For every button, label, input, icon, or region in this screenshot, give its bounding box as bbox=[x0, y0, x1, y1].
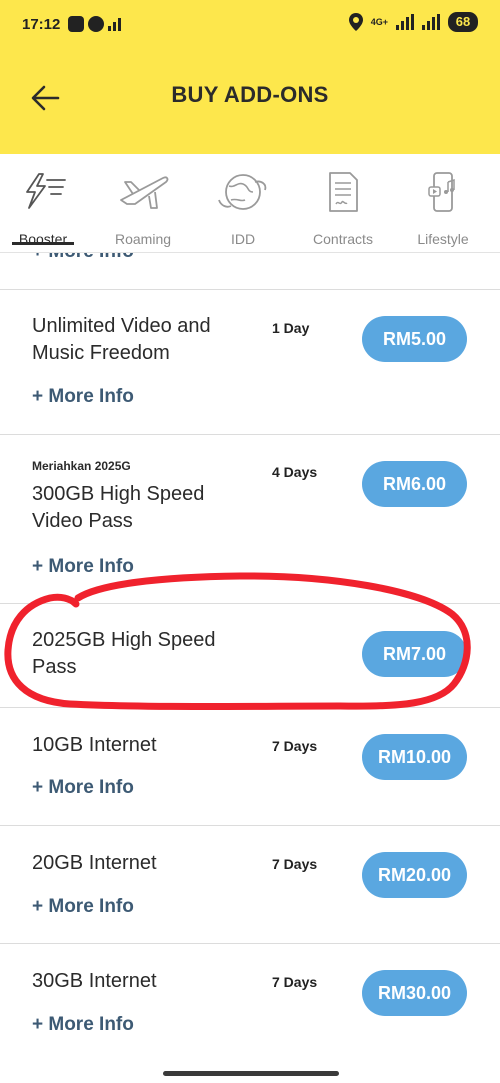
addon-duration: 7 Days bbox=[272, 856, 318, 872]
more-info-link[interactable]: + More Info bbox=[32, 253, 134, 263]
addon-title: 300GB High Speed Video Pass bbox=[32, 483, 205, 532]
more-info-link[interactable]: + More Info bbox=[32, 556, 134, 578]
active-tab-indicator bbox=[12, 242, 74, 245]
list-item: Meriahkan 2025G 300GB High Speed Video P… bbox=[0, 434, 500, 604]
page-title: BUY ADD-ONS bbox=[171, 82, 329, 107]
tab-label: Contracts bbox=[313, 231, 373, 247]
tab-idd[interactable]: IDD bbox=[193, 164, 293, 250]
tab-label: Roaming bbox=[114, 231, 172, 247]
addon-title: 20GB Internet bbox=[32, 852, 157, 874]
activity-icon bbox=[108, 17, 122, 31]
more-info-link[interactable]: + More Info bbox=[32, 777, 134, 799]
tab-booster[interactable]: Booster bbox=[0, 164, 93, 250]
tab-lifestyle[interactable]: Lifestyle bbox=[393, 164, 493, 250]
addon-title: Unlimited Video and Music Freedom bbox=[32, 315, 211, 364]
addon-title: 2025GB High Speed Pass bbox=[32, 629, 216, 678]
battery-indicator: 68 bbox=[448, 12, 478, 32]
price-button[interactable]: RM7.00 bbox=[362, 631, 467, 677]
more-info-link[interactable]: + More Info bbox=[32, 386, 134, 408]
tab-contracts[interactable]: Contracts bbox=[293, 164, 393, 250]
signal-icon-secondary bbox=[422, 14, 440, 30]
document-icon bbox=[329, 172, 358, 212]
price-button[interactable]: RM10.00 bbox=[362, 734, 467, 780]
phone-media-icon bbox=[428, 172, 455, 212]
addon-duration: 7 Days bbox=[272, 738, 318, 754]
list-item: 10GB Internet 7 Days RM10.00 + More Info bbox=[0, 707, 500, 826]
lightning-filter-icon bbox=[26, 173, 66, 209]
status-bar: 17:12 4G+ 68 bbox=[0, 0, 500, 48]
more-info-link[interactable]: + More Info bbox=[32, 1014, 134, 1036]
list-item-highlighted: 2025GB High Speed Pass RM7.00 bbox=[0, 603, 500, 708]
promo-tag: Meriahkan 2025G bbox=[32, 459, 131, 473]
shield-notification-icon bbox=[68, 16, 85, 32]
more-info-link[interactable]: + More Info bbox=[32, 896, 134, 918]
tab-roaming[interactable]: Roaming bbox=[93, 164, 193, 250]
price-button[interactable]: RM20.00 bbox=[362, 852, 467, 898]
category-tabs: Booster Roaming IDD Contracts Lifestyle bbox=[0, 154, 500, 253]
list-item: 30GB Internet 7 Days RM30.00 + More Info bbox=[0, 943, 500, 1063]
globe-phone-icon bbox=[218, 174, 267, 210]
price-button[interactable]: RM30.00 bbox=[362, 970, 467, 1016]
status-time: 17:12 bbox=[22, 15, 61, 33]
addon-duration: 4 Days bbox=[272, 464, 318, 480]
list-item: 20GB Internet 7 Days RM20.00 + More Info bbox=[0, 825, 500, 944]
addon-title: 30GB Internet bbox=[32, 970, 157, 992]
price-button[interactable]: RM6.00 bbox=[362, 461, 467, 507]
home-indicator[interactable] bbox=[163, 1071, 339, 1076]
network-type: 4G+ bbox=[370, 17, 388, 27]
addon-duration: 7 Days bbox=[272, 974, 318, 990]
app-notification-icon bbox=[88, 16, 105, 32]
price-button[interactable]: RM5.00 bbox=[362, 316, 467, 362]
list-item: Unlimited Video and Music Freedom 1 Day … bbox=[0, 289, 500, 435]
addon-duration: 1 Day bbox=[272, 320, 310, 336]
location-icon bbox=[348, 13, 363, 31]
signal-icon bbox=[396, 14, 414, 30]
addon-list[interactable]: + More Info Unlimited Video and Music Fr… bbox=[0, 253, 500, 1063]
airplane-icon bbox=[120, 176, 169, 209]
tab-label: IDD bbox=[230, 231, 256, 247]
app-bar: BUY ADD-ONS bbox=[0, 48, 500, 154]
tab-label: Lifestyle bbox=[417, 231, 469, 247]
addon-title: 10GB Internet bbox=[32, 734, 157, 756]
